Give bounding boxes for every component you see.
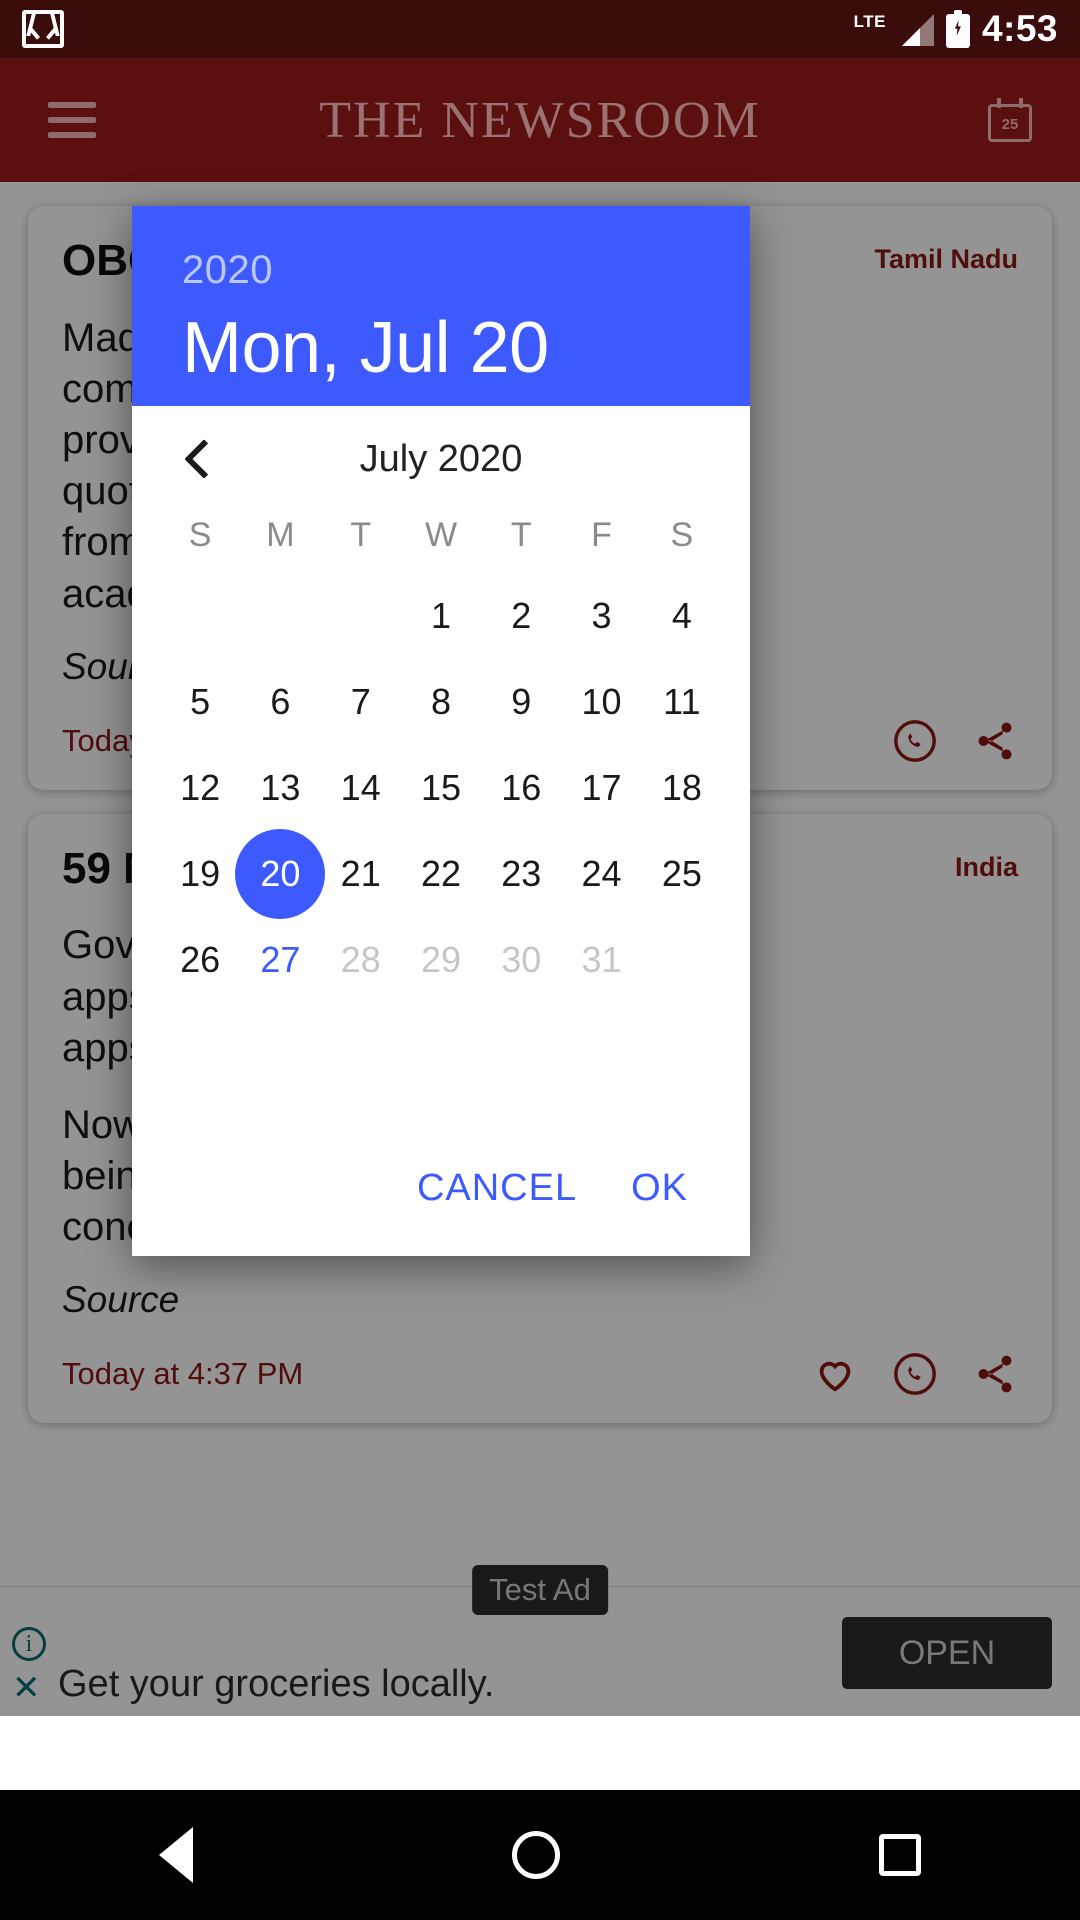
- selected-date-label[interactable]: Mon, Jul 20: [182, 307, 700, 389]
- calendar-grid[interactable]: 1 2 3 4 5 6 7 8 9 10 11 12 13 14 15 16 17 18 19 20 21 22 23 24 2…: [132, 573, 750, 1003]
- calendar-day-13[interactable]: 13: [240, 745, 320, 831]
- calendar-day-21[interactable]: 21: [321, 831, 401, 917]
- phone-screen: LTE 4:53 THE NEWSROOM 25 OBC Tamil Nadu: [0, 0, 1080, 1920]
- calendar-day-22[interactable]: 22: [401, 831, 481, 917]
- calendar-day-26[interactable]: 26: [160, 917, 240, 1003]
- cancel-button[interactable]: CANCEL: [417, 1167, 577, 1210]
- calendar-day-18[interactable]: 18: [642, 745, 722, 831]
- date-picker-dialog: 2020 Mon, Jul 20 July 2020 SMTWTFS 12345…: [132, 206, 750, 1256]
- calendar-day-28: 28: [340, 939, 381, 980]
- weekday-header: M: [266, 516, 295, 554]
- status-bar: LTE 4:53: [0, 0, 1080, 58]
- calendar-day-15[interactable]: 15: [401, 745, 481, 831]
- signal-strength-icon: [898, 12, 934, 46]
- calendar-day-3[interactable]: 3: [561, 573, 641, 659]
- calendar-day-31: 31: [581, 939, 622, 980]
- chevron-left-icon[interactable]: [180, 442, 214, 476]
- calendar-day-5[interactable]: 5: [160, 659, 240, 745]
- recents-square-icon[interactable]: [878, 1834, 921, 1876]
- calendar-day-17[interactable]: 17: [561, 745, 641, 831]
- weekday-header: S: [670, 516, 694, 554]
- battery-charging-icon: [945, 10, 970, 48]
- calendar-day-11[interactable]: 11: [642, 659, 722, 745]
- calendar-day-8[interactable]: 8: [401, 659, 481, 745]
- status-bar-clock: 4:53: [981, 8, 1058, 49]
- weekday-header: T: [350, 516, 372, 554]
- calendar-day-6[interactable]: 6: [240, 659, 320, 745]
- calendar-day-23[interactable]: 23: [481, 831, 561, 917]
- calendar-day-30: 30: [501, 939, 542, 980]
- calendar-day-19[interactable]: 19: [160, 831, 240, 917]
- ok-button[interactable]: OK: [631, 1167, 688, 1210]
- back-triangle-icon[interactable]: [159, 1827, 194, 1883]
- status-bar-system: LTE 4:53: [854, 8, 1058, 50]
- calendar-day-10[interactable]: 10: [561, 659, 641, 745]
- calendar-day-2[interactable]: 2: [481, 573, 561, 659]
- calendar-day-29: 29: [420, 939, 462, 980]
- selected-year-label[interactable]: 2020: [182, 248, 700, 293]
- month-nav: July 2020: [132, 406, 750, 512]
- weekday-header: T: [510, 516, 532, 554]
- dialog-actions: CANCEL OK: [132, 1167, 750, 1256]
- weekday-header: F: [591, 516, 612, 554]
- android-navigation-bar: [0, 1790, 1080, 1920]
- hamburger-menu-icon[interactable]: [48, 102, 96, 138]
- app-bar: THE NEWSROOM 25: [0, 58, 1080, 182]
- status-bar-notifications: [22, 10, 64, 48]
- calendar-day-9[interactable]: 9: [481, 659, 561, 745]
- calendar-day-24[interactable]: 24: [561, 831, 641, 917]
- gmail-icon: [22, 10, 64, 48]
- calendar-icon-day: 25: [1001, 116, 1019, 133]
- calendar-day-20[interactable]: 20: [240, 831, 320, 917]
- weekday-header-row: SMTWTFS: [132, 516, 750, 555]
- calendar-day-7[interactable]: 7: [321, 659, 401, 745]
- date-picker-header: 2020 Mon, Jul 20: [132, 206, 750, 406]
- calendar-day-12[interactable]: 12: [160, 745, 240, 831]
- page-title: THE NEWSROOM: [319, 91, 761, 149]
- calendar-day-25[interactable]: 25: [642, 831, 722, 917]
- calendar-day-14[interactable]: 14: [321, 745, 401, 831]
- calendar-icon[interactable]: 25: [988, 98, 1032, 142]
- calendar-day-4[interactable]: 4: [642, 573, 722, 659]
- weekday-header: S: [188, 516, 212, 554]
- calendar-day-1[interactable]: 1: [401, 573, 481, 659]
- calendar-day-27[interactable]: 27: [240, 917, 320, 1003]
- home-circle-icon[interactable]: [511, 1831, 560, 1879]
- network-type-label: LTE: [853, 11, 886, 31]
- calendar-day-16[interactable]: 16: [481, 745, 561, 831]
- weekday-header: W: [424, 516, 458, 554]
- month-year-label: July 2020: [359, 437, 523, 480]
